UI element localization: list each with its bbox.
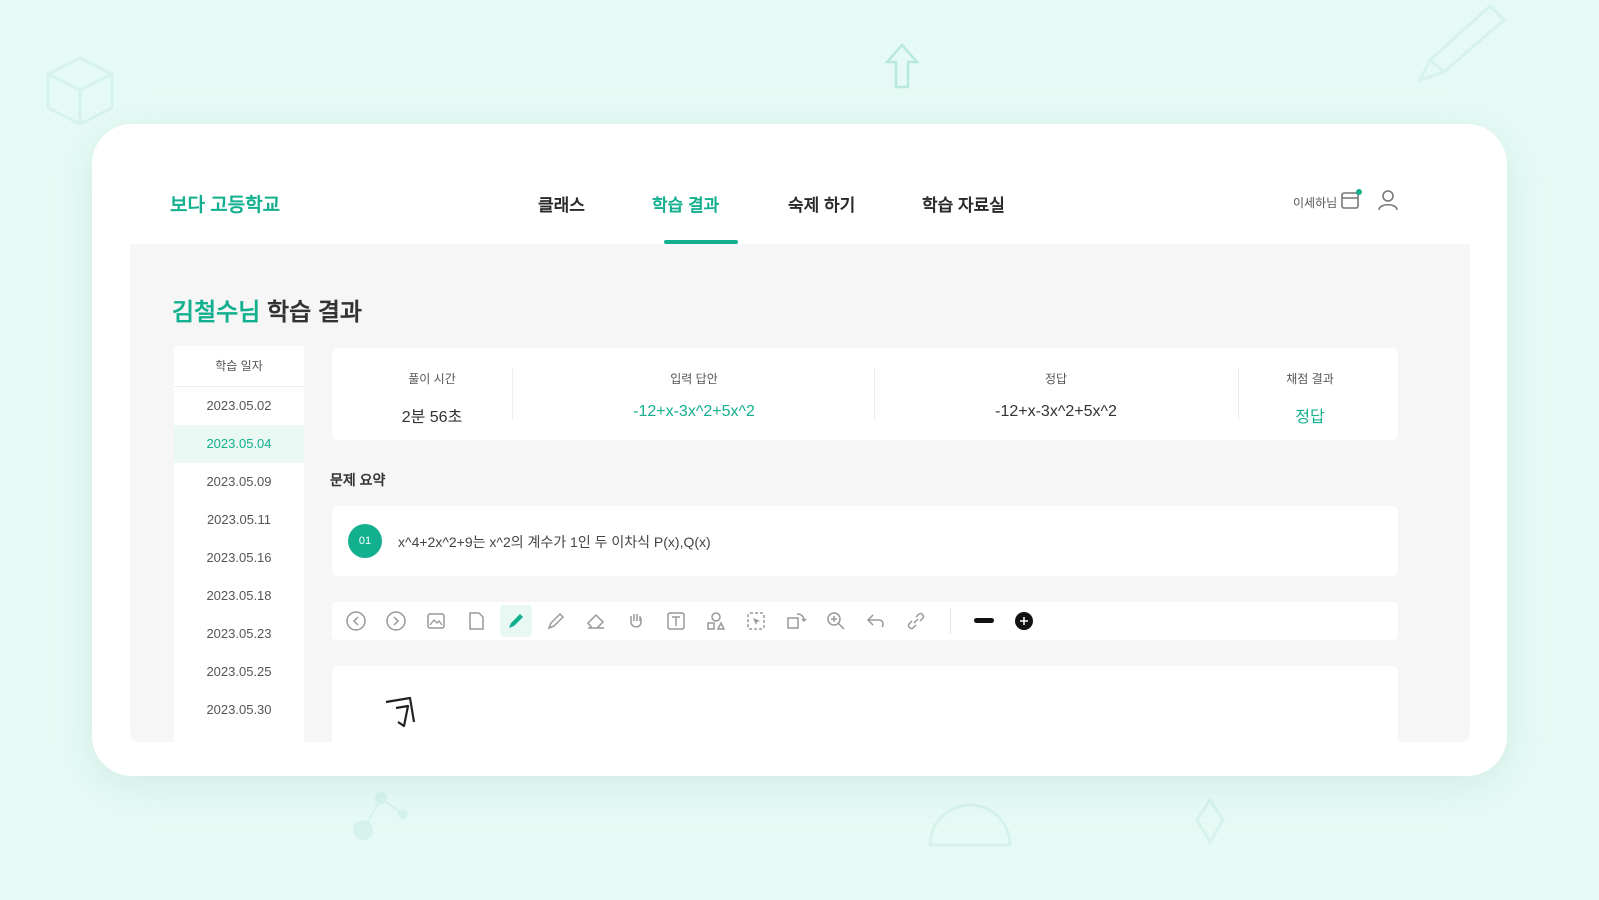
page-icon[interactable] [460,605,492,637]
drawing-toolbar [332,602,1398,640]
zoom-icon[interactable] [820,605,852,637]
problem-number-badge: 01 [348,524,382,558]
active-tab-indicator [664,240,738,244]
image-icon[interactable] [420,605,452,637]
toolbar-divider [950,608,951,634]
pen-icon[interactable] [500,605,532,637]
submitted-answer: 입력 답안 -12+x-3x^2+5x^2 [514,348,874,440]
profile-icon[interactable] [1376,187,1402,213]
eraser-icon[interactable] [580,605,612,637]
date-list: 학습 일자 2023.05.02 2023.05.04 2023.05.09 2… [174,346,304,742]
hand-icon[interactable] [620,605,652,637]
solve-time-value: 2분 56초 [401,409,463,426]
color-picker-icon[interactable] [1008,605,1040,637]
protractor-decoration [928,803,1012,847]
nav-item-homework[interactable]: 숙제 하기 [788,191,855,216]
page-title-suffix: 학습 결과 [260,299,362,326]
rotate-icon[interactable] [780,605,812,637]
problem-summary-label: 문제 요약 [330,472,386,488]
submitted-answer-label: 입력 답안 [670,372,718,386]
correct-answer: 정답 -12+x-3x^2+5x^2 [876,348,1236,440]
next-icon[interactable] [380,605,412,637]
date-item[interactable]: 2023.05.30 [174,691,304,729]
notification-icon[interactable] [1338,187,1364,213]
drawing-canvas[interactable] [332,666,1398,742]
date-item[interactable]: 2023.05.09 [174,463,304,501]
result-summary-card: 풀이 시간 2분 56초 입력 답안 -12+x-3x^2+5x^2 정답 -1… [332,348,1398,440]
date-item[interactable]: 2023.05.11 [174,501,304,539]
solve-time: 풀이 시간 2분 56초 [352,348,512,440]
undo-icon[interactable] [860,605,892,637]
divider [1238,368,1239,420]
date-item[interactable]: 2023.05.16 [174,539,304,577]
pencil-decoration [1417,3,1507,83]
grading-result-value: 정답 [1295,409,1325,426]
date-list-header: 학습 일자 [174,346,304,387]
pencil-icon[interactable] [540,605,572,637]
select-icon[interactable] [740,605,772,637]
top-navigation-bar: 보다 고등학교 클래스 학습 결과 숙제 하기 학습 자료실 이세하님 [130,160,1470,244]
solve-time-label: 풀이 시간 [408,372,456,386]
nav-item-materials[interactable]: 학습 자료실 [922,191,1005,216]
date-item[interactable]: 2023.05.18 [174,577,304,615]
prev-icon[interactable] [340,605,372,637]
correct-answer-value: -12+x-3x^2+5x^2 [995,403,1117,420]
date-item[interactable]: 2023.05.25 [174,653,304,691]
cube-decoration [46,56,114,126]
nav-item-class[interactable]: 클래스 [538,191,585,216]
molecule-decoration [353,792,408,840]
submitted-answer-value: -12+x-3x^2+5x^2 [633,403,755,420]
date-item[interactable]: 2023.05.23 [174,615,304,653]
nav-item-learning-result[interactable]: 학습 결과 [652,191,719,216]
shape-icon[interactable] [700,605,732,637]
grading-result: 채점 결과 정답 [1240,348,1380,440]
divider [512,368,513,420]
pen-nib-decoration [1195,798,1225,844]
link-icon[interactable] [900,605,932,637]
date-item-selected[interactable]: 2023.05.04 [174,425,304,463]
grading-result-label: 채점 결과 [1286,372,1334,386]
user-name: 이세하님 [1293,196,1338,210]
problem-summary-card: 01 x^4+2x^2+9는 x^2의 계수가 1인 두 이차식 P(x),Q(… [332,506,1398,576]
handwriting-stroke [385,696,416,728]
divider [874,368,875,420]
date-item[interactable]: 2023.05.02 [174,387,304,425]
arrow-up-decoration [884,43,920,89]
text-icon[interactable] [660,605,692,637]
stroke-width-icon[interactable] [968,605,1000,637]
page-title: 김철수님 학습 결과 [172,292,362,327]
school-logo[interactable]: 보다 고등학교 [170,190,280,217]
student-name: 김철수님 [172,299,261,326]
correct-answer-label: 정답 [1044,372,1068,386]
problem-text: x^4+2x^2+9는 x^2의 계수가 1인 두 이차식 P(x),Q(x) [398,534,711,550]
app-screen: 보다 고등학교 클래스 학습 결과 숙제 하기 학습 자료실 이세하님 김철수님… [130,160,1470,742]
